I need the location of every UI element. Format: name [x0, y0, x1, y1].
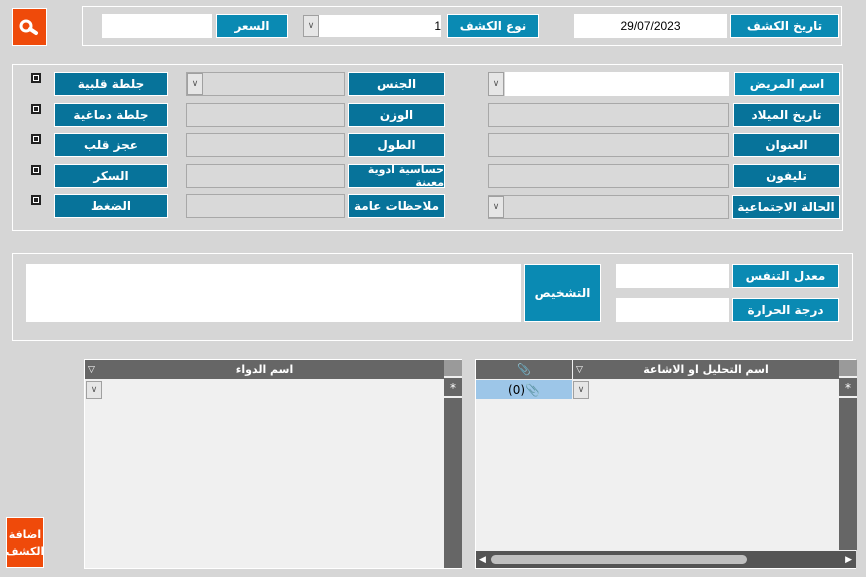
paperclip-icon: 📎: [517, 363, 531, 376]
visit-type-select[interactable]: 1: [319, 15, 441, 37]
drugs-grid: ▽ اسم الدواء ∨ *: [84, 359, 462, 569]
patient-name-label: اسم المريض: [734, 72, 840, 96]
price-label: السعر: [216, 14, 288, 38]
temperature-label: درجة الحرارة: [732, 298, 839, 322]
search-button[interactable]: [12, 8, 47, 46]
heart-failure-label: عجز قلب: [54, 133, 168, 157]
gender-select[interactable]: [186, 72, 345, 96]
gender-dropdown-icon[interactable]: ∨: [187, 73, 203, 95]
height-input[interactable]: [186, 133, 345, 157]
stroke-checkbox[interactable]: [31, 104, 41, 114]
drug-name-dropdown-icon[interactable]: ∨: [86, 381, 102, 399]
general-notes-input[interactable]: [186, 194, 345, 218]
record-selector[interactable]: *: [444, 360, 462, 568]
heart-failure-checkbox[interactable]: [31, 134, 41, 144]
patient-name-dropdown-icon[interactable]: ∨: [488, 72, 504, 96]
gender-label: الجنس: [348, 72, 445, 96]
marital-status-label: الحالة الاجتماعية: [732, 195, 840, 219]
visit-type-label: نوع الكشف: [447, 14, 539, 38]
record-selector[interactable]: *: [839, 360, 857, 550]
stroke-label: جلطة دماغية: [54, 103, 168, 127]
horizontal-scrollbar[interactable]: ◀ ▶: [476, 551, 856, 568]
general-notes-label: ملاحظات عامة: [348, 194, 445, 218]
diabetes-label: السكر: [54, 164, 168, 188]
visit-date-input[interactable]: 29/07/2023: [574, 14, 727, 38]
scrollbar-thumb[interactable]: [490, 555, 747, 564]
respiration-rate-label: معدل التنفس: [732, 264, 839, 288]
attachment-cell[interactable]: (0) 📎: [476, 380, 572, 399]
test-name-dropdown-icon[interactable]: ∨: [573, 381, 589, 399]
weight-input[interactable]: [186, 103, 345, 127]
tests-grid: ▽ اسم التحليل او الاشاعة 📎 (0) 📎 ∨ * ◀ ▶: [475, 359, 857, 569]
marital-dropdown-icon[interactable]: ∨: [488, 196, 504, 218]
phone-input[interactable]: [488, 164, 729, 188]
drug-allergy-input[interactable]: [186, 164, 345, 188]
blood-pressure-checkbox[interactable]: [31, 195, 41, 205]
address-input[interactable]: [488, 133, 729, 157]
blood-pressure-label: الضغط: [54, 194, 168, 218]
height-label: الطول: [348, 133, 445, 157]
drug-name-header[interactable]: ▽ اسم الدواء: [85, 360, 444, 379]
attachment-header[interactable]: 📎: [476, 360, 572, 379]
heart-attack-label: جلطة قلبية: [54, 72, 168, 96]
visit-date-label: تاريخ الكشف: [730, 14, 839, 38]
address-label: العنوان: [733, 133, 840, 157]
marital-status-select[interactable]: [488, 195, 729, 219]
test-name-header[interactable]: ▽ اسم التحليل او الاشاعة: [573, 360, 839, 379]
patient-name-input[interactable]: [505, 72, 729, 96]
respiration-rate-input[interactable]: [616, 264, 729, 288]
drug-allergy-label: حساسية ادوية معينة: [348, 163, 445, 189]
add-visit-button[interactable]: اضافة الكشف: [6, 517, 44, 568]
phone-label: تليفون: [733, 164, 840, 188]
price-input[interactable]: [102, 14, 212, 38]
birth-date-label: تاريخ الميلاد: [733, 103, 840, 127]
diabetes-checkbox[interactable]: [31, 165, 41, 175]
temperature-input[interactable]: [616, 298, 729, 322]
diagnosis-label: التشخيص: [524, 264, 601, 322]
heart-attack-checkbox[interactable]: [31, 73, 41, 83]
diagnosis-textarea[interactable]: [26, 264, 521, 322]
search-icon: [19, 19, 38, 35]
visit-type-dropdown-icon[interactable]: ∨: [303, 15, 319, 37]
birth-date-input[interactable]: [488, 103, 729, 127]
weight-label: الوزن: [348, 103, 445, 127]
